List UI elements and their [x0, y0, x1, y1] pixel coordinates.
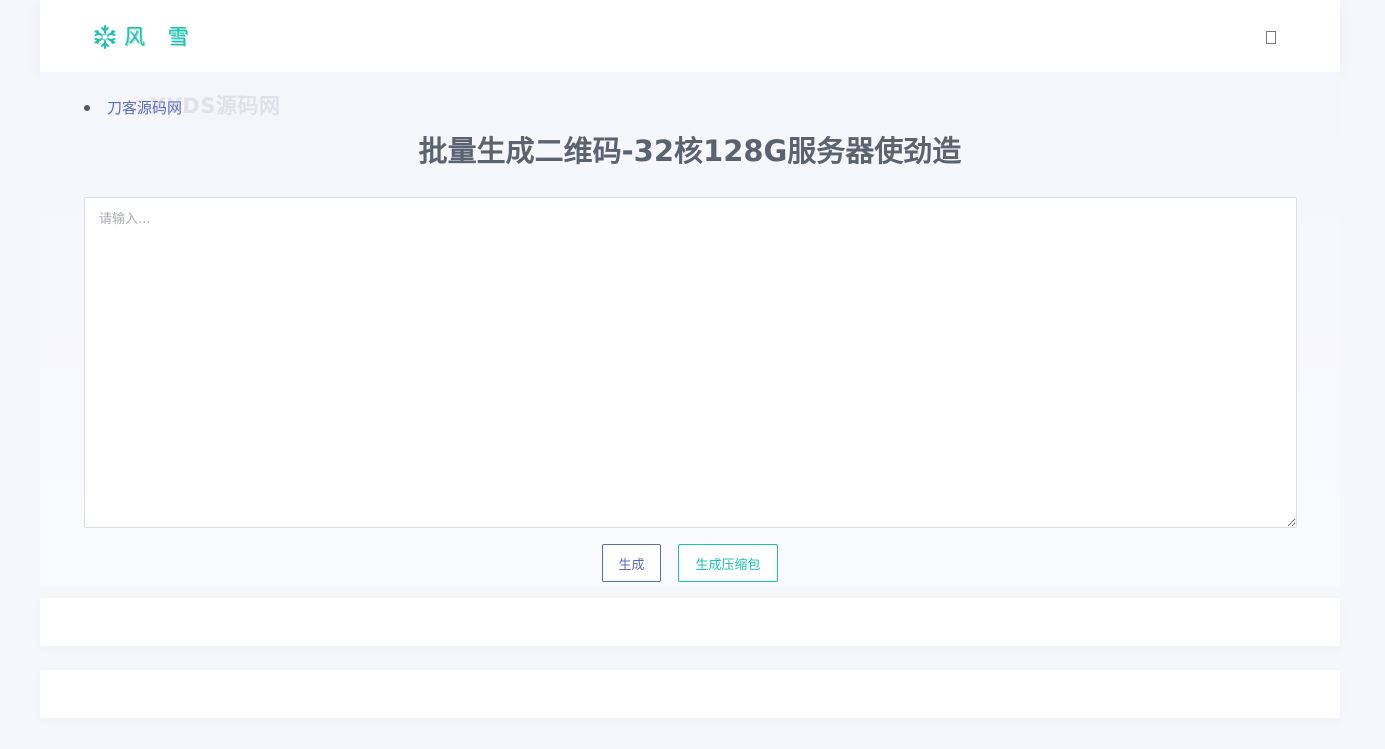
result-panel	[40, 598, 1340, 646]
footer-panel	[40, 670, 1340, 718]
generate-button[interactable]: 生成	[602, 544, 661, 582]
qrcode-content-input[interactable]	[84, 197, 1297, 528]
breadcrumb: 刀客源码网	[84, 97, 182, 118]
page-title: 批量生成二维码-32核128G服务器使劲造	[418, 134, 962, 168]
generate-zip-button[interactable]: 生成压缩包	[678, 544, 778, 582]
snowflake-icon	[94, 25, 116, 49]
top-header: 风 雪	[40, 0, 1340, 72]
main-content: 刀客源码网 XYDS源码网 批量生成二维码-32核128G服务器使劲造 生成 生…	[40, 72, 1340, 587]
site-logo[interactable]: 风 雪	[92, 24, 197, 50]
page: 风 雪 刀客源码网 XYDS源码网 批量生成二维码-32核128G服务器使劲造 …	[0, 0, 1385, 749]
menu-icon[interactable]	[1266, 31, 1276, 44]
breadcrumb-link-home[interactable]: 刀客源码网	[107, 97, 182, 118]
logo-text: 风 雪	[124, 25, 197, 49]
bullet-icon	[84, 104, 90, 111]
